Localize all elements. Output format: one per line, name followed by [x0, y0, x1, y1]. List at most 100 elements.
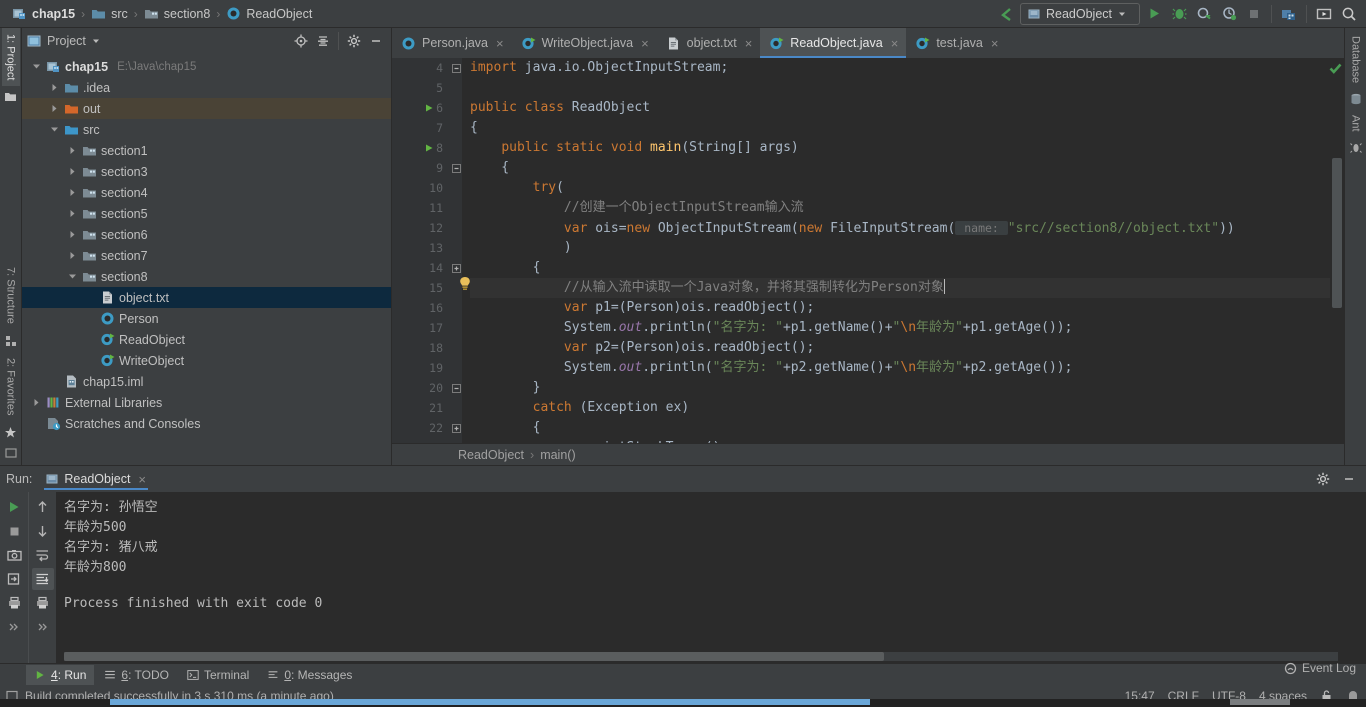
- sidebar-item-database[interactable]: Database: [1347, 28, 1365, 89]
- project-tree[interactable]: chap15 E:\Java\chap15 .idea out src section1 s…: [22, 54, 391, 465]
- gutter-run-icon[interactable]: [422, 98, 436, 118]
- tool-window-button-messages[interactable]: 0: Messages: [259, 665, 360, 685]
- search-everywhere-icon[interactable]: [1338, 3, 1360, 25]
- print-icon[interactable]: [3, 592, 25, 614]
- tree-node-section5[interactable]: section5: [22, 203, 391, 224]
- editor-tab-readobject-java[interactable]: ReadObject.java ×: [760, 28, 907, 58]
- tool-window-button-terminal[interactable]: Terminal: [179, 665, 257, 685]
- editor-scrollbar[interactable]: [1329, 58, 1344, 443]
- close-icon[interactable]: ×: [641, 37, 649, 50]
- debug-icon[interactable]: [1168, 3, 1190, 25]
- code-fold-minus-icon[interactable]: [451, 378, 462, 398]
- rerun-icon[interactable]: [3, 496, 25, 518]
- stop-icon[interactable]: [1243, 3, 1265, 25]
- tree-node-object-txt[interactable]: object.txt: [22, 287, 391, 308]
- code-fold-minus-icon[interactable]: [451, 158, 462, 178]
- hide-panel-icon[interactable]: [366, 31, 386, 51]
- editor-scrollbar-thumb[interactable]: [1332, 158, 1342, 308]
- fold-column[interactable]: [450, 58, 462, 443]
- breadcrumb-item-readobject[interactable]: ReadObject: [222, 3, 316, 25]
- breadcrumb-item-chap15[interactable]: chap15: [8, 3, 79, 25]
- console-output[interactable]: 名字为: 孙悟空 年龄为500 名字为: 猪八戒 年龄为800 Process fini…: [56, 492, 1366, 663]
- close-icon[interactable]: ×: [891, 37, 899, 50]
- breadcrumb-item-section8[interactable]: section8: [140, 3, 215, 25]
- tree-node-section1[interactable]: section1: [22, 140, 391, 161]
- chevron-down-icon[interactable]: [30, 61, 42, 73]
- tree-node-section6[interactable]: section6: [22, 224, 391, 245]
- editor-gutter[interactable]: 4 5 6 7 8 9 10 11 12 13 14 15 16 17 18 19 20 21 22 23: [392, 58, 450, 443]
- chevron-down-icon[interactable]: [66, 271, 78, 283]
- export-icon[interactable]: [3, 568, 25, 590]
- tree-node-section4[interactable]: section4: [22, 182, 391, 203]
- editor-breadcrumb-item[interactable]: main(): [540, 448, 575, 462]
- present-mode-icon[interactable]: [1313, 3, 1335, 25]
- chevron-down-icon[interactable]: [48, 124, 60, 136]
- tool-window-button-todo[interactable]: 6: TODO: [96, 665, 177, 685]
- scroll-to-end-icon[interactable]: [31, 568, 54, 590]
- inspection-ok-icon[interactable]: [1329, 62, 1342, 75]
- editor-breadcrumb-item[interactable]: ReadObject: [458, 448, 524, 462]
- chevron-right-icon[interactable]: [48, 82, 60, 94]
- hide-panel-icon[interactable]: [1338, 468, 1360, 490]
- tree-node-section8[interactable]: section8: [22, 266, 391, 287]
- run-coverage-icon[interactable]: [1193, 3, 1215, 25]
- soft-wrap-icon[interactable]: [32, 544, 54, 566]
- tree-node-section3[interactable]: section3: [22, 161, 391, 182]
- close-icon[interactable]: ×: [496, 37, 504, 50]
- screenshot-icon[interactable]: [3, 544, 25, 566]
- close-icon[interactable]: ×: [745, 37, 753, 50]
- more-icon-2[interactable]: [32, 616, 54, 638]
- tree-node-out[interactable]: out: [22, 98, 391, 119]
- editor-tab-person-java[interactable]: Person.java ×: [392, 28, 512, 58]
- code-text[interactable]: import java.io.ObjectInputStream; public …: [462, 58, 1330, 443]
- window-icon[interactable]: [4, 447, 17, 459]
- breadcrumb-item-src[interactable]: src: [87, 3, 132, 25]
- collapse-all-icon[interactable]: [313, 31, 333, 51]
- chevron-down-icon[interactable]: [92, 37, 100, 45]
- console-hscrollbar[interactable]: [64, 652, 1338, 661]
- run-icon[interactable]: [1143, 3, 1165, 25]
- gutter-run-icon[interactable]: [422, 138, 436, 158]
- chevron-right-icon[interactable]: [66, 229, 78, 241]
- editor-tab-object-txt[interactable]: object.txt ×: [657, 28, 761, 58]
- locate-icon[interactable]: [291, 31, 311, 51]
- chevron-right-icon[interactable]: [66, 208, 78, 220]
- tree-node-readobject[interactable]: ReadObject: [22, 329, 391, 350]
- tree-node--idea[interactable]: .idea: [22, 77, 391, 98]
- chevron-right-icon[interactable]: [66, 166, 78, 178]
- tree-node-src[interactable]: src: [22, 119, 391, 140]
- tree-node-external-libraries[interactable]: External Libraries: [22, 392, 391, 413]
- chevron-right-icon[interactable]: [66, 250, 78, 262]
- sidebar-item-structure[interactable]: 7: Structure: [2, 261, 20, 330]
- code-fold-minus-icon[interactable]: [451, 58, 462, 78]
- code-fold-plus-icon[interactable]: [451, 418, 462, 438]
- down-arrow-icon[interactable]: [32, 520, 54, 542]
- tree-node-scratches-and-consoles[interactable]: Scratches and Consoles: [22, 413, 391, 434]
- tree-node-section7[interactable]: section7: [22, 245, 391, 266]
- gear-icon[interactable]: [344, 31, 364, 51]
- more-icon[interactable]: [3, 616, 25, 638]
- editor-tab-writeobject-java[interactable]: WriteObject.java ×: [512, 28, 657, 58]
- chevron-right-icon[interactable]: [66, 187, 78, 199]
- gear-icon[interactable]: [1312, 468, 1334, 490]
- print-console-icon[interactable]: [32, 592, 54, 614]
- close-icon[interactable]: ×: [991, 37, 999, 50]
- chevron-right-icon[interactable]: [30, 397, 42, 409]
- stop-icon[interactable]: [3, 520, 25, 542]
- back-arrow-icon[interactable]: [995, 3, 1017, 25]
- sidebar-item-project[interactable]: 1: Project: [1, 28, 20, 87]
- sidebar-item-favorites[interactable]: 2: Favorites: [2, 352, 20, 421]
- chevron-right-icon[interactable]: [48, 103, 60, 115]
- tree-node-writeobject[interactable]: WriteObject: [22, 350, 391, 371]
- update-project-icon[interactable]: [1278, 3, 1300, 25]
- event-log-button[interactable]: Event Log: [1284, 661, 1356, 675]
- tree-node-chap15[interactable]: chap15 E:\Java\chap15: [22, 56, 391, 77]
- chevron-right-icon[interactable]: [66, 145, 78, 157]
- close-icon[interactable]: ×: [138, 473, 146, 486]
- editor-breadcrumb[interactable]: ReadObject › main(): [392, 443, 1344, 465]
- editor-tab-test-java[interactable]: test.java ×: [906, 28, 1006, 58]
- run-tab-readobject[interactable]: ReadObject ×: [40, 468, 152, 490]
- sidebar-item-ant[interactable]: Ant: [1347, 109, 1365, 138]
- tree-node-chap15-iml[interactable]: chap15.iml: [22, 371, 391, 392]
- tool-window-button-run[interactable]: 4: Run: [26, 664, 95, 685]
